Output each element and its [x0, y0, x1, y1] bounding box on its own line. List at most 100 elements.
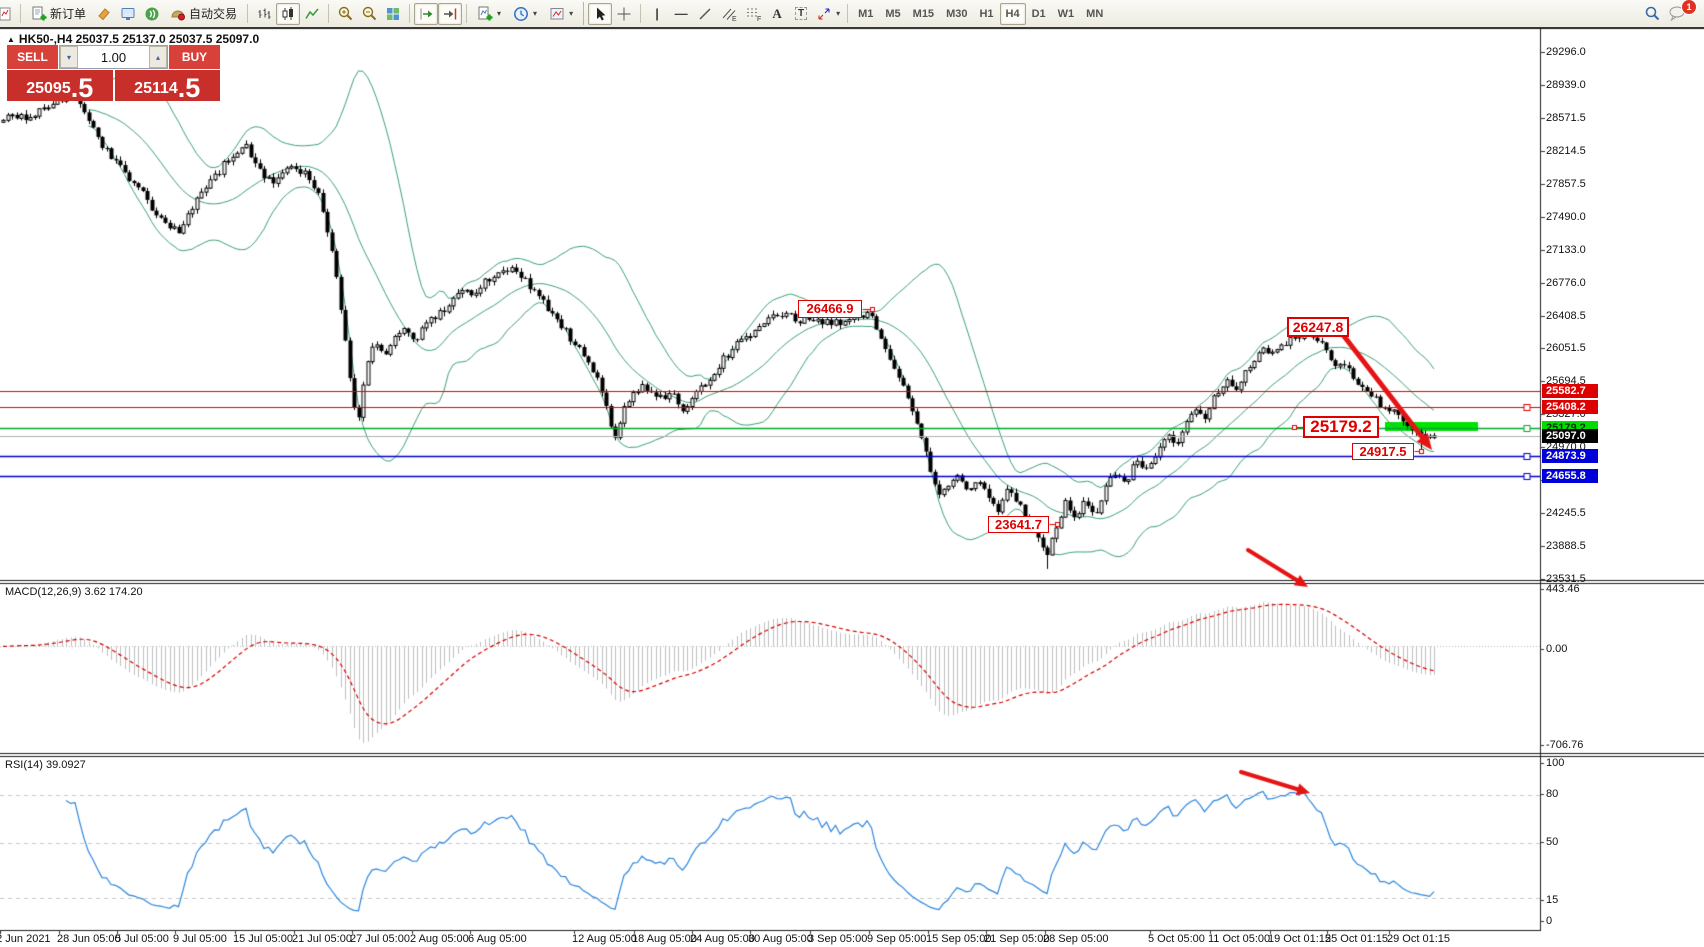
sell-price-button[interactable]: 25095.5 [7, 70, 113, 101]
zoom-out-button[interactable] [357, 3, 381, 25]
timeframe-m1[interactable]: M1 [852, 3, 879, 25]
x-axis-label: 5 Oct 05:00 [1148, 933, 1205, 945]
arrows-dropdown[interactable]: ▾ [813, 3, 843, 25]
buy-price-frac: .5 [178, 78, 201, 98]
chart-shift-button[interactable] [438, 3, 462, 25]
x-axis-label: 5 Jul 05:00 [115, 933, 169, 945]
x-axis-label: 19 Oct 01:15 [1268, 933, 1331, 945]
y-axis-tick: 26776.0 [1546, 277, 1586, 289]
text-label-icon: T [795, 7, 807, 20]
horizontal-line-tool[interactable]: — [669, 3, 693, 25]
new-order-label: 新订单 [50, 5, 86, 22]
bar-chart-button[interactable] [252, 3, 276, 25]
crosshair-tool-button[interactable] [612, 3, 636, 25]
y-axis-tick: 26408.5 [1546, 310, 1586, 322]
svg-text:F: F [757, 16, 761, 22]
macd-axis-tick: 443.46 [1546, 583, 1580, 595]
arrows-icon [816, 6, 832, 22]
line-chart-button[interactable] [300, 3, 324, 25]
price-annotation[interactable]: 26466.9 [798, 300, 862, 318]
vertical-line-tool[interactable]: | [645, 3, 669, 25]
equidistant-channel-tool[interactable]: E [717, 3, 741, 25]
fibonacci-tool[interactable]: F [741, 3, 765, 25]
collapse-triangle-icon: ▲ [7, 35, 15, 44]
price-annotation[interactable]: 24917.5 [1352, 443, 1414, 460]
chart-icon[interactable] [0, 3, 16, 25]
x-axis-label: 6 Aug 05:00 [468, 933, 527, 945]
autotrading-icon [170, 6, 186, 22]
y-axis-tick: 27133.0 [1546, 244, 1586, 256]
notification-badge: 1 [1681, 0, 1697, 15]
macd-axis-tick: -706.76 [1546, 739, 1583, 751]
line-chart-icon [304, 6, 320, 22]
market-watch-button[interactable] [92, 3, 116, 25]
chart-canvas[interactable] [0, 0, 1704, 947]
zoom-in-button[interactable] [333, 3, 357, 25]
timeframe-d1[interactable]: D1 [1026, 3, 1052, 25]
new-order-button[interactable]: 新订单 [25, 3, 92, 25]
cursor-tool-button[interactable] [588, 3, 612, 25]
volume-value[interactable]: 1.00 [78, 46, 149, 68]
templates-dropdown[interactable]: ▾ [543, 3, 579, 25]
search-icon [1644, 5, 1661, 22]
y-axis-tick: 24245.5 [1546, 507, 1586, 519]
price-annotation[interactable]: 23641.7 [988, 516, 1049, 533]
auto-scroll-icon [418, 6, 435, 22]
zoom-out-icon [361, 5, 378, 22]
volume-increase-button[interactable]: ▴ [149, 46, 167, 68]
chevron-down-icon: ▾ [497, 9, 501, 18]
trendline-icon [697, 6, 713, 22]
rsi-indicator-label: RSI(14) 39.0927 [5, 759, 86, 771]
y-axis-tick: 28939.0 [1546, 79, 1586, 91]
toolbar-separator [247, 4, 248, 23]
toolbar-separator [640, 4, 641, 23]
notifications-button[interactable]: 1 [1664, 3, 1690, 25]
candlestick-chart-button[interactable] [276, 3, 300, 25]
autotrading-button[interactable]: 自动交易 [164, 3, 243, 25]
timeframe-mn[interactable]: MN [1080, 3, 1109, 25]
price-annotation[interactable]: 25179.2 [1303, 416, 1379, 438]
periods-dropdown[interactable]: ▾ [507, 3, 543, 25]
x-axis-label: 27 Jul 05:00 [350, 933, 410, 945]
timeframe-m15[interactable]: M15 [907, 3, 940, 25]
crosshair-icon [616, 6, 632, 22]
timeframe-m30[interactable]: M30 [940, 3, 973, 25]
trendline-tool[interactable] [693, 3, 717, 25]
x-axis-label: 9 Sep 05:00 [867, 933, 926, 945]
chevron-down-icon: ▾ [836, 9, 840, 18]
data-window-icon [120, 6, 136, 22]
x-axis-label: 24 Aug 05:00 [690, 933, 755, 945]
new-chart-dropdown[interactable]: ▾ [471, 3, 507, 25]
text-label-tool[interactable]: T [789, 3, 813, 25]
auto-scroll-button[interactable] [414, 3, 438, 25]
y-axis-tick: 27490.0 [1546, 211, 1586, 223]
x-axis-label: 25 Oct 01:15 [1325, 933, 1388, 945]
search-button[interactable] [1640, 3, 1664, 25]
rsi-axis-tick: 50 [1546, 836, 1558, 848]
y-axis-tick: 27857.5 [1546, 178, 1586, 190]
x-axis-label: 28 Sep 05:00 [1043, 933, 1108, 945]
sell-button[interactable]: SELL [7, 45, 58, 69]
price-badge: 24873.9 [1542, 449, 1598, 463]
volume-decrease-button[interactable]: ▾ [60, 46, 78, 68]
timeframe-h4[interactable]: H4 [1000, 3, 1026, 25]
text-tool[interactable]: A [765, 3, 789, 25]
buy-button[interactable]: BUY [169, 45, 220, 69]
x-axis-label: 18 Aug 05:00 [632, 933, 697, 945]
timeframe-h1[interactable]: H1 [973, 3, 999, 25]
timeframe-w1[interactable]: W1 [1052, 3, 1081, 25]
buy-price-button[interactable]: 25114.5 [115, 70, 221, 101]
data-window-button[interactable] [116, 3, 140, 25]
x-axis-label: 9 Jul 05:00 [173, 933, 227, 945]
tile-windows-button[interactable] [381, 3, 405, 25]
price-annotation[interactable]: 26247.8 [1287, 317, 1349, 337]
x-axis-label: 3 Sep 05:00 [808, 933, 867, 945]
zoom-in-icon [337, 5, 354, 22]
timeframe-m5[interactable]: M5 [879, 3, 906, 25]
x-axis-label: 30 Aug 05:00 [748, 933, 813, 945]
channel-icon: E [721, 6, 738, 22]
sell-price-frac: .5 [71, 78, 94, 98]
strategy-tester-button[interactable] [140, 3, 164, 25]
rsi-axis-tick: 100 [1546, 757, 1564, 769]
toolbar: 新订单 自动交易 [0, 0, 1704, 27]
